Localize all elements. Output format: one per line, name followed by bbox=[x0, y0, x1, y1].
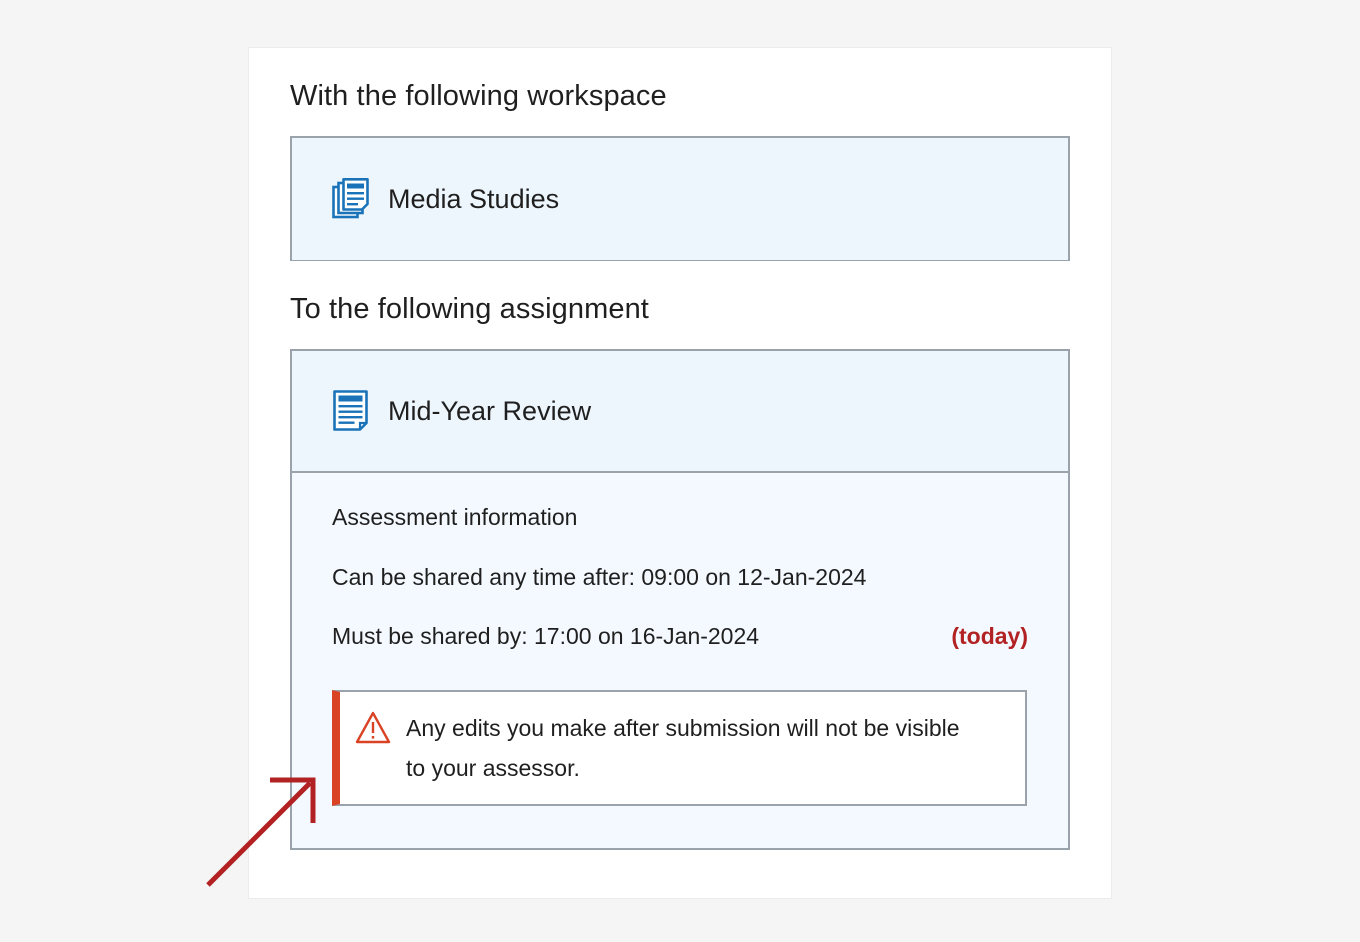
pointer-arrow-icon bbox=[200, 770, 330, 895]
assignment-name: Mid-Year Review bbox=[388, 395, 592, 426]
assessment-information: Assessment information Can be shared any… bbox=[332, 473, 1028, 848]
workspace-heading: With the following workspace bbox=[290, 80, 667, 112]
warning-message: Any edits you make after submission will… bbox=[332, 690, 1027, 806]
today-badge: (today) bbox=[951, 623, 1028, 649]
workspace-header: Media Studies bbox=[292, 138, 1068, 260]
assignment-card: Mid-Year Review Assessment information C… bbox=[290, 349, 1070, 850]
workspace-documents-icon bbox=[332, 178, 370, 220]
warning-triangle-icon bbox=[355, 711, 391, 745]
assessment-title: Assessment information bbox=[332, 504, 578, 530]
warning-text: Any edits you make after submission will… bbox=[406, 715, 960, 781]
assignment-header: Mid-Year Review bbox=[292, 351, 1068, 473]
assignment-document-icon bbox=[332, 390, 370, 432]
assignment-heading: To the following assignment bbox=[290, 293, 649, 325]
shared-after-text: Can be shared any time after: 09:00 on 1… bbox=[332, 564, 867, 590]
workspace-name: Media Studies bbox=[388, 183, 560, 214]
shared-by-text: Must be shared by: 17:00 on 16-Jan-2024 bbox=[332, 623, 760, 649]
workspace-card: Media Studies bbox=[290, 136, 1070, 261]
